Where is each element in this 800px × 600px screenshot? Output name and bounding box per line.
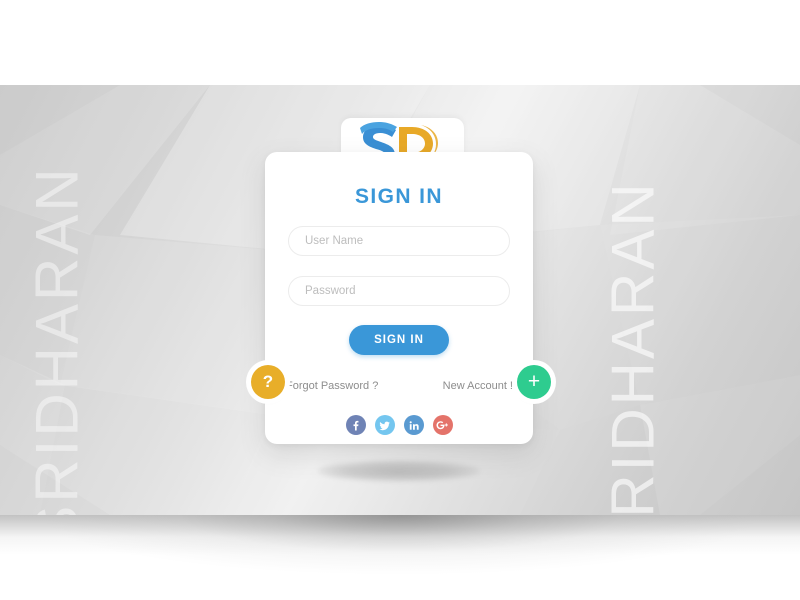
signin-card: SIGN IN SIGN IN Forgot Password ? New Ac…: [265, 152, 533, 444]
social-links-row: [265, 415, 533, 435]
card-drop-shadow: [318, 460, 480, 482]
signin-button[interactable]: SIGN IN: [349, 325, 449, 355]
forgot-password-link[interactable]: Forgot Password ?: [286, 380, 378, 392]
watermark-left: SRIDHARAN: [23, 165, 91, 515]
new-account-link[interactable]: New Account !: [443, 380, 513, 392]
watermark-right: SRIDHARAN: [599, 180, 667, 515]
help-badge[interactable]: ?: [251, 365, 285, 399]
add-account-badge[interactable]: +: [517, 365, 551, 399]
helper-links-row: Forgot Password ? New Account !: [265, 374, 533, 400]
googleplus-icon[interactable]: [432, 415, 453, 435]
password-input[interactable]: [288, 276, 510, 306]
facebook-icon[interactable]: [345, 415, 366, 435]
username-input[interactable]: [288, 226, 510, 256]
linkedin-icon[interactable]: [403, 415, 424, 435]
login-screen: SRIDHARAN SRIDHARAN SRIDHARAN SIGN IN SI…: [0, 0, 800, 600]
panel-shadow-glow: [0, 515, 800, 600]
page-title: SIGN IN: [355, 185, 443, 208]
twitter-icon[interactable]: [374, 415, 395, 435]
